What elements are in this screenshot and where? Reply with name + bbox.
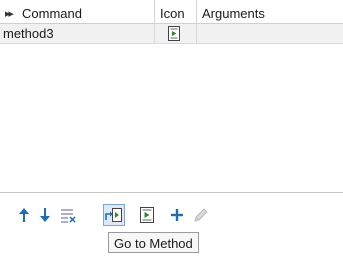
command-cell[interactable]: method3: [0, 24, 155, 43]
column-header-icon[interactable]: Icon: [155, 0, 197, 23]
add-button[interactable]: [168, 206, 186, 224]
arrow-up-icon: [19, 208, 29, 222]
move-down-button[interactable]: [36, 206, 54, 224]
column-header-arguments[interactable]: Arguments: [197, 0, 343, 23]
go-to-method-icon: [105, 208, 122, 222]
tooltip: Go to Method: [108, 232, 199, 253]
icon-cell[interactable]: [155, 24, 197, 43]
move-up-button[interactable]: [15, 206, 33, 224]
go-to-method-button[interactable]: [103, 204, 125, 226]
delete-button[interactable]: [59, 206, 77, 224]
column-header-command-label: Command: [22, 6, 82, 21]
table-header: ▶▶ Command Icon Arguments: [0, 0, 343, 24]
column-header-command[interactable]: ▶▶ Command: [0, 0, 155, 23]
plus-icon: [171, 209, 183, 221]
pencil-icon: [194, 208, 208, 222]
method-call-icon: [168, 26, 180, 41]
command-table: ▶▶ Command Icon Arguments method3: [0, 0, 343, 193]
arguments-cell[interactable]: [197, 24, 343, 43]
call-method-icon: [140, 207, 154, 223]
clear-list-icon: [61, 209, 76, 223]
arrow-down-icon: [40, 208, 50, 222]
edit-button[interactable]: [192, 206, 210, 224]
call-method-button[interactable]: [138, 206, 156, 224]
table-row[interactable]: method3: [0, 24, 343, 44]
